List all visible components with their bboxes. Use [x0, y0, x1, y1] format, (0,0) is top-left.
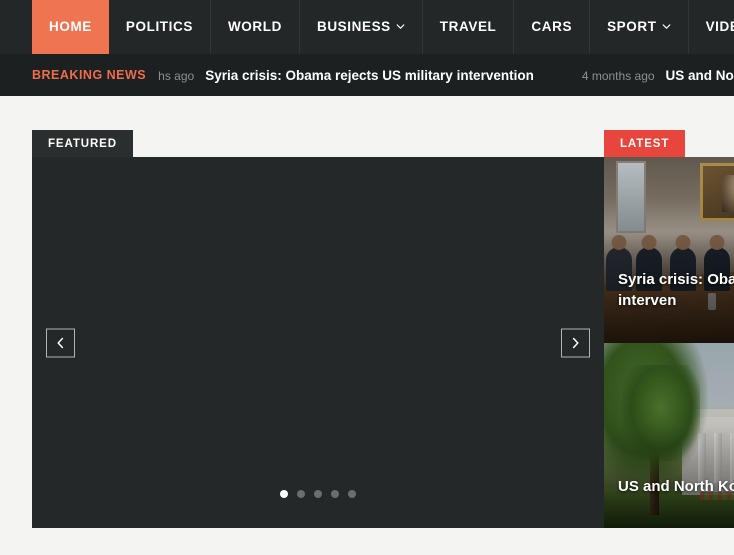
chevron-right-icon	[570, 336, 581, 349]
nav-item-home[interactable]: HOME	[32, 0, 109, 54]
nav-item-label: BUSINESS	[316, 19, 391, 35]
featured-section: FEATURED	[32, 130, 604, 528]
carousel-next-button[interactable]	[561, 328, 590, 357]
chevron-left-icon	[55, 336, 66, 349]
nav-item-label: WORLD	[227, 19, 282, 35]
nav-item-label: SPORT	[607, 19, 657, 35]
nav-item-label: TRAVEL	[439, 19, 497, 35]
nav-item-label: VIDEO	[705, 19, 734, 35]
nav-item-politics[interactable]: POLITICS	[109, 0, 210, 54]
latest-section: LATEST Syria crisis: Oba interven US and…	[604, 130, 734, 528]
carousel-dot[interactable]	[348, 490, 356, 498]
featured-tab-label: FEATURED	[32, 130, 133, 157]
latest-card-title: Syria crisis: Oba military interven	[618, 270, 734, 310]
nav-item-label: POLITICS	[125, 19, 193, 35]
latest-card[interactable]: Syria crisis: Oba military interven	[604, 157, 734, 343]
ticker-timestamp: 4 months ago	[581, 68, 655, 83]
carousel-dot[interactable]	[297, 490, 305, 498]
ticker-timestamp: hs ago	[158, 68, 195, 83]
card-overlay	[604, 342, 734, 528]
breaking-news-bar: BREAKING NEWS hs ago Syria crisis: Obama…	[0, 54, 734, 96]
page-root: HOME POLITICS WORLD BUSINESS TRAVEL CARS…	[0, 0, 734, 555]
carousel-slide	[32, 157, 604, 528]
carousel-dot[interactable]	[314, 490, 322, 498]
content-area: FEATURED LATEST Syria crisis: Oba interv…	[0, 96, 734, 555]
latest-tab-label: LATEST	[604, 130, 686, 157]
nav-item-sport[interactable]: SPORT	[589, 0, 688, 54]
nav-left-spacer	[0, 0, 32, 54]
latest-card-title: US and North Ko nuclear talks in	[618, 477, 734, 495]
ticker-headline[interactable]: Syria crisis: Obama rejects US military …	[205, 68, 534, 83]
ticker-headline[interactable]: US and North Korea t	[666, 68, 734, 83]
latest-card[interactable]: US and North Ko nuclear talks in	[604, 342, 734, 528]
ticker-item[interactable]: 4 months ago US and North Korea t	[582, 68, 734, 83]
nav-item-cars[interactable]: CARS	[513, 0, 589, 54]
nav-item-label: CARS	[531, 19, 573, 35]
nav-item-travel[interactable]: TRAVEL	[421, 0, 514, 54]
nav-item-world[interactable]: WORLD	[209, 0, 299, 54]
breaking-news-label: BREAKING NEWS	[32, 68, 147, 82]
nav-item-business[interactable]: BUSINESS	[298, 0, 422, 54]
nav-item-video[interactable]: VIDEO	[687, 0, 734, 54]
nav-item-label: HOME	[49, 19, 92, 35]
chevron-down-icon	[396, 22, 405, 31]
card-overlay	[604, 157, 734, 343]
main-navigation: HOME POLITICS WORLD BUSINESS TRAVEL CARS…	[0, 0, 734, 54]
carousel-dot[interactable]	[331, 490, 339, 498]
breaking-news-inner: BREAKING NEWS hs ago Syria crisis: Obama…	[32, 54, 734, 96]
ticker-item[interactable]: hs ago Syria crisis: Obama rejects US mi…	[158, 68, 534, 83]
carousel-dot[interactable]	[280, 490, 288, 498]
carousel-pagination	[32, 490, 604, 498]
carousel-prev-button[interactable]	[46, 328, 75, 357]
featured-carousel[interactable]	[32, 157, 604, 528]
chevron-down-icon	[662, 22, 671, 31]
latest-card-list: Syria crisis: Oba military interven	[604, 157, 734, 528]
